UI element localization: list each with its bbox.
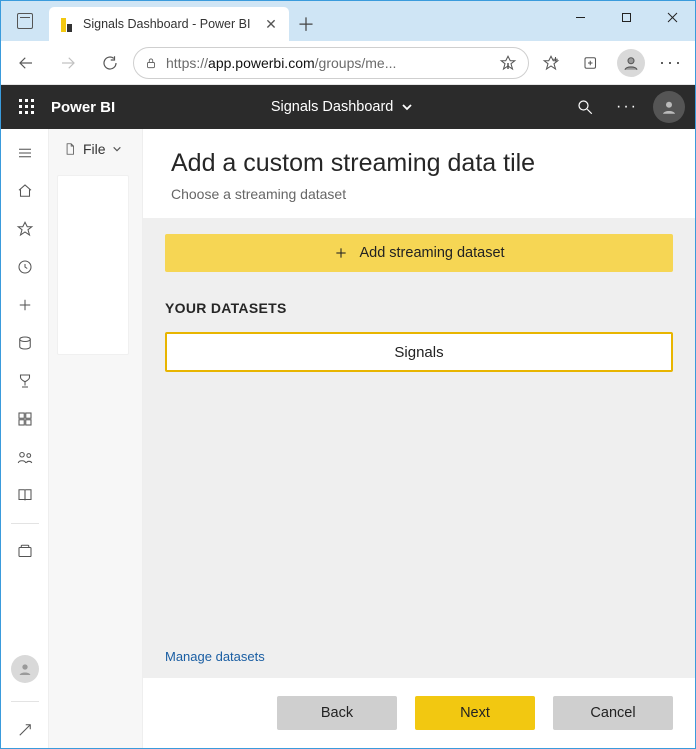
app-body: File Add a custom streaming data tile Ch… xyxy=(1,129,695,748)
dashboard-thumbnail xyxy=(57,175,129,355)
window-menu-icon[interactable] xyxy=(1,1,49,41)
panel-title: Add a custom streaming data tile xyxy=(171,149,667,178)
next-button[interactable]: Next xyxy=(415,696,535,730)
nav-favorites-button[interactable] xyxy=(5,211,45,247)
nav-rail xyxy=(1,129,49,748)
nav-home-button[interactable] xyxy=(5,173,45,209)
dashboard-title-dropdown[interactable]: Signals Dashboard xyxy=(115,99,569,115)
header-more-button[interactable]: ··· xyxy=(611,91,643,123)
titlebar: Signals Dashboard - Power BI ✕ ＋ xyxy=(1,1,695,41)
new-tab-button[interactable]: ＋ xyxy=(289,7,323,41)
your-datasets-label: YOUR DATASETS xyxy=(165,300,673,316)
add-streaming-dataset-label: Add streaming dataset xyxy=(359,245,504,261)
nav-refresh-button[interactable] xyxy=(91,44,129,82)
brand-label: Power BI xyxy=(51,99,115,116)
manage-datasets-link[interactable]: Manage datasets xyxy=(165,641,673,668)
browser-more-button[interactable]: ··· xyxy=(653,45,689,81)
account-button[interactable] xyxy=(653,91,685,123)
nav-datasets-button[interactable] xyxy=(5,325,45,361)
window-close-button[interactable] xyxy=(649,1,695,33)
panel-footer: Back Next Cancel xyxy=(143,678,695,748)
url-text: https://app.powerbi.com/groups/me... xyxy=(166,55,490,71)
chevron-down-icon xyxy=(401,101,413,113)
nav-learn-button[interactable] xyxy=(5,477,45,513)
file-menu-label: File xyxy=(83,141,106,157)
powerbi-header: Power BI Signals Dashboard ··· xyxy=(1,85,695,129)
nav-collapse-button[interactable] xyxy=(5,135,45,171)
search-button[interactable] xyxy=(569,91,601,123)
chevron-down-icon xyxy=(112,144,122,154)
nav-my-workspace-button[interactable] xyxy=(11,655,39,683)
powerbi-favicon-icon xyxy=(59,16,75,32)
favorites-icon[interactable] xyxy=(533,45,569,81)
browser-window: Signals Dashboard - Power BI ✕ ＋ https:/… xyxy=(0,0,696,749)
cancel-button[interactable]: Cancel xyxy=(553,696,673,730)
dashboard-name: Signals Dashboard xyxy=(271,99,394,115)
panel-header: Add a custom streaming data tile Choose … xyxy=(143,129,695,218)
nav-recent-button[interactable] xyxy=(5,249,45,285)
tab-title: Signals Dashboard - Power BI xyxy=(83,17,255,31)
app-launcher-button[interactable] xyxy=(11,91,43,123)
nav-getdata-button[interactable] xyxy=(5,712,45,748)
page-toolbar: File xyxy=(49,129,143,748)
collections-icon[interactable] xyxy=(573,45,609,81)
panel-subtitle: Choose a streaming dataset xyxy=(171,186,667,202)
window-maximize-button[interactable] xyxy=(603,1,649,33)
dataset-option-signals[interactable]: Signals xyxy=(165,332,673,372)
avatar-icon xyxy=(617,49,645,77)
file-icon xyxy=(63,142,77,156)
plus-icon xyxy=(333,245,349,261)
panel-body: Add streaming dataset YOUR DATASETS Sign… xyxy=(143,218,695,678)
nav-forward-button[interactable] xyxy=(49,44,87,82)
add-streaming-dataset-button[interactable]: Add streaming dataset xyxy=(165,234,673,272)
tab-close-button[interactable]: ✕ xyxy=(263,16,279,32)
lock-icon xyxy=(144,56,158,70)
nav-workspaces-button[interactable] xyxy=(5,534,45,570)
reader-mode-icon[interactable] xyxy=(498,45,518,81)
nav-apps-button[interactable] xyxy=(5,401,45,437)
url-field[interactable]: https://app.powerbi.com/groups/me... xyxy=(133,47,529,79)
window-minimize-button[interactable] xyxy=(557,1,603,33)
file-menu-button[interactable]: File xyxy=(57,137,134,161)
nav-create-button[interactable] xyxy=(5,287,45,323)
nav-back-button[interactable] xyxy=(7,44,45,82)
back-button[interactable]: Back xyxy=(277,696,397,730)
profile-button[interactable] xyxy=(613,45,649,81)
window-controls xyxy=(557,1,695,33)
nav-shared-button[interactable] xyxy=(5,439,45,475)
nav-goals-button[interactable] xyxy=(5,363,45,399)
browser-tab[interactable]: Signals Dashboard - Power BI ✕ xyxy=(49,7,289,41)
address-bar: https://app.powerbi.com/groups/me... ··· xyxy=(1,41,695,85)
dataset-name: Signals xyxy=(394,344,443,361)
streaming-tile-panel: Add a custom streaming data tile Choose … xyxy=(143,129,695,748)
